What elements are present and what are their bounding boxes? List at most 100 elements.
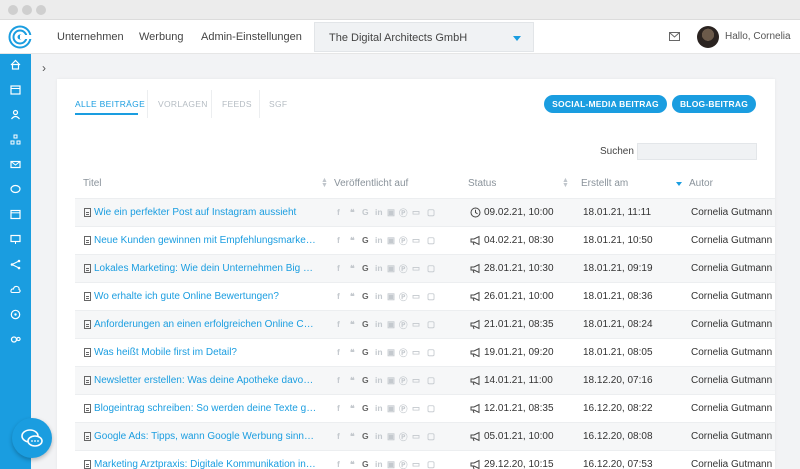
post-title-link[interactable]: Anforderungen an einen erfolgreichen Onl… bbox=[94, 319, 318, 330]
nav-unternehmen[interactable]: Unternehmen bbox=[57, 31, 124, 43]
table-row[interactable]: Marketing Arztpraxis: Digitale Kommunika… bbox=[75, 450, 775, 469]
sort-icon[interactable]: ▲ ▼ bbox=[321, 177, 328, 189]
created-date: 18.01.21, 11:11 bbox=[583, 207, 652, 218]
website-icon: ▭ bbox=[412, 431, 421, 441]
website-icon: ▭ bbox=[412, 459, 421, 469]
created-date: 18.01.21, 08:24 bbox=[583, 319, 653, 330]
google-icon: G bbox=[362, 431, 369, 441]
facebook-icon: f bbox=[337, 319, 340, 329]
window-close-dot[interactable] bbox=[8, 5, 18, 15]
post-title-link[interactable]: Wo erhalte ich gute Online Bewertungen? bbox=[94, 291, 318, 302]
post-title-link[interactable]: Marketing Arztpraxis: Digitale Kommunika… bbox=[94, 459, 318, 469]
monitor-icon[interactable] bbox=[10, 234, 21, 245]
status-date: 28.01.21, 10:30 bbox=[484, 263, 554, 274]
users-icon[interactable] bbox=[10, 109, 21, 120]
table-row[interactable]: Newsletter erstellen: Was deine Apotheke… bbox=[75, 366, 775, 394]
post-title-link[interactable]: Was heißt Mobile first im Detail? bbox=[94, 347, 318, 358]
display-icon: ▢ bbox=[427, 375, 436, 385]
pinterest-icon: Ⓟ bbox=[399, 348, 408, 358]
column-header-author[interactable]: Autor bbox=[689, 178, 713, 189]
google-icon: G bbox=[362, 403, 369, 413]
column-header-published: Veröffentlicht auf bbox=[334, 178, 409, 189]
document-icon bbox=[84, 432, 91, 441]
nav-admin-einstellungen[interactable]: Admin-Einstellungen bbox=[201, 31, 302, 43]
document-icon bbox=[84, 236, 91, 245]
share-icon[interactable] bbox=[10, 259, 21, 270]
linkedin-icon: in bbox=[375, 403, 383, 413]
instagram-icon: ▣ bbox=[387, 235, 396, 245]
brand-logo-icon[interactable] bbox=[8, 25, 32, 49]
post-title-link[interactable]: Blogeintrag schreiben: So werden deine T… bbox=[94, 403, 318, 414]
table-row[interactable]: Blogeintrag schreiben: So werden deine T… bbox=[75, 394, 775, 422]
window-minimize-dot[interactable] bbox=[22, 5, 32, 15]
support-chat-button[interactable] bbox=[12, 418, 52, 458]
table-row[interactable]: Was heißt Mobile first im Detail? f ❝ Gin ▣ Ⓟ… bbox=[75, 338, 775, 366]
cloud-icon[interactable] bbox=[10, 284, 21, 295]
facebook-icon: f bbox=[337, 347, 340, 357]
instagram-icon: ▣ bbox=[387, 375, 396, 385]
chat-icon[interactable] bbox=[10, 184, 21, 195]
table-row[interactable]: Wie ein perfekter Post auf Instagram aus… bbox=[75, 198, 775, 226]
table-row[interactable]: Google Ads: Tipps, wann Google Werbung s… bbox=[75, 422, 775, 450]
messages-icon[interactable] bbox=[10, 309, 21, 320]
company-select[interactable]: The Digital Architects GmbH bbox=[314, 22, 534, 52]
avatar[interactable] bbox=[697, 26, 719, 48]
home-icon[interactable] bbox=[10, 59, 21, 70]
instagram-icon: ▣ bbox=[387, 403, 396, 413]
instagram-icon: ▣ bbox=[387, 347, 396, 357]
user-greeting[interactable]: Hallo, Cornelia bbox=[725, 31, 791, 42]
post-title-link[interactable]: Newsletter erstellen: Was deine Apotheke… bbox=[94, 375, 318, 386]
twitter-icon: ❝ bbox=[350, 403, 355, 413]
table-row[interactable]: Anforderungen an einen erfolgreichen Onl… bbox=[75, 310, 775, 338]
post-title-link[interactable]: Lokales Marketing: Wie dein Unternehmen … bbox=[94, 263, 318, 274]
table-header: Titel ▲ ▼ Veröffentlicht auf Status ▲ ▼ Er… bbox=[75, 175, 775, 197]
status-date: 12.01.21, 08:35 bbox=[484, 403, 554, 414]
document-icon bbox=[84, 376, 91, 385]
blog-post-button[interactable]: BLOG-BEITRAG bbox=[672, 95, 756, 113]
chat-bubbles-icon bbox=[21, 429, 43, 447]
mail-icon[interactable] bbox=[10, 159, 21, 170]
post-title-link[interactable]: Neue Kunden gewinnen mit Empfehlungsmark… bbox=[94, 235, 318, 246]
column-header-title[interactable]: Titel bbox=[83, 178, 102, 189]
tab-divider bbox=[211, 90, 212, 118]
table-row[interactable]: Neue Kunden gewinnen mit Empfehlungsmark… bbox=[75, 226, 775, 254]
window-maximize-dot[interactable] bbox=[36, 5, 46, 15]
post-title-link[interactable]: Wie ein perfekter Post auf Instagram aus… bbox=[94, 207, 318, 218]
status-date: 26.01.21, 10:00 bbox=[484, 291, 554, 302]
display-icon: ▢ bbox=[427, 263, 436, 273]
sitemap-icon[interactable] bbox=[10, 134, 21, 145]
tab-alle-beitraege[interactable]: ALLE BEITRÄGE bbox=[75, 99, 145, 109]
browser-icon[interactable] bbox=[10, 209, 21, 220]
nav-werbung[interactable]: Werbung bbox=[139, 31, 183, 43]
calendar-icon[interactable] bbox=[10, 84, 21, 95]
twitter-icon: ❝ bbox=[350, 375, 355, 385]
tab-feeds[interactable]: FEEDS bbox=[222, 99, 252, 109]
sort-descending-icon[interactable] bbox=[676, 182, 682, 186]
pinterest-icon: Ⓟ bbox=[399, 236, 408, 246]
envelope-icon[interactable] bbox=[669, 32, 680, 41]
table-row[interactable]: Wo erhalte ich gute Online Bewertungen? f… bbox=[75, 282, 775, 310]
twitter-icon: ❝ bbox=[350, 291, 355, 301]
display-icon: ▢ bbox=[427, 347, 436, 357]
sidebar bbox=[0, 54, 31, 469]
instagram-icon: ▣ bbox=[387, 263, 396, 273]
social-media-post-button[interactable]: SOCIAL-MEDIA BEITRAG bbox=[544, 95, 667, 113]
sort-icon[interactable]: ▲ ▼ bbox=[562, 177, 569, 189]
table-row[interactable]: Lokales Marketing: Wie dein Unternehmen … bbox=[75, 254, 775, 282]
twitter-icon: ❝ bbox=[350, 431, 355, 441]
search-input[interactable] bbox=[637, 143, 757, 160]
facebook-icon: f bbox=[337, 263, 340, 273]
settings-icon[interactable] bbox=[10, 334, 21, 345]
pinterest-icon: Ⓟ bbox=[399, 432, 408, 442]
tab-vorlagen[interactable]: VORLAGEN bbox=[158, 99, 208, 109]
pinterest-icon: Ⓟ bbox=[399, 292, 408, 302]
column-header-created[interactable]: Erstellt am bbox=[581, 178, 628, 189]
chevron-right-icon[interactable]: › bbox=[42, 61, 46, 75]
column-header-status[interactable]: Status bbox=[468, 178, 496, 189]
tab-sgf[interactable]: SGF bbox=[269, 99, 287, 109]
author-name: Cornelia Gutmann bbox=[691, 207, 773, 218]
linkedin-icon: in bbox=[375, 291, 383, 301]
google-icon: G bbox=[362, 291, 369, 301]
active-tab-indicator bbox=[75, 113, 138, 115]
post-title-link[interactable]: Google Ads: Tipps, wann Google Werbung s… bbox=[94, 431, 318, 442]
